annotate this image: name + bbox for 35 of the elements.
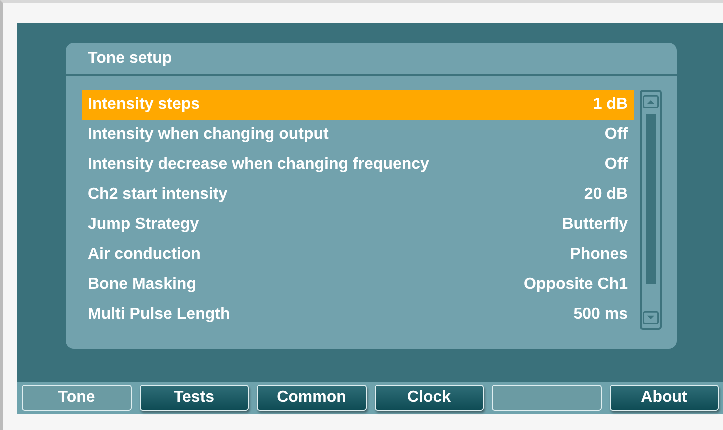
- setting-value: Opposite Ch1: [524, 276, 628, 294]
- setting-label: Multi Pulse Length: [88, 306, 230, 324]
- setting-value: Off: [604, 126, 628, 144]
- setting-value: 1 dB: [593, 96, 628, 114]
- panel-title: Tone setup: [66, 43, 677, 76]
- setting-label: Intensity decrease when changing frequency: [88, 156, 430, 174]
- setting-value: 500 ms: [574, 306, 628, 324]
- settings-row[interactable]: Ch2 start intensity 20 dB: [82, 180, 634, 210]
- settings-row[interactable]: Intensity decrease when changing frequency Off: [82, 150, 634, 180]
- setting-label: Jump Strategy: [88, 216, 200, 234]
- settings-row[interactable]: Bone Masking Opposite Ch1: [82, 270, 634, 300]
- scroll-thumb[interactable]: [646, 114, 656, 284]
- tab-button[interactable]: Common: [257, 385, 366, 411]
- tab-button[interactable]: Clock: [374, 385, 484, 411]
- setting-label: Intensity steps: [88, 96, 200, 114]
- scrollbar[interactable]: [640, 90, 662, 330]
- tab-button[interactable]: About: [610, 385, 719, 411]
- scroll-up-icon[interactable]: [643, 93, 659, 111]
- setting-label: Air conduction: [88, 246, 201, 264]
- scroll-down-icon[interactable]: [643, 309, 659, 327]
- tab-button[interactable]: Tests: [140, 385, 249, 411]
- setting-value: Off: [604, 156, 628, 174]
- setting-label: Bone Masking: [88, 276, 196, 294]
- setting-value: 20 dB: [584, 186, 628, 204]
- setting-value: Butterfly: [562, 216, 628, 234]
- settings-row[interactable]: Jump Strategy Butterfly: [82, 210, 634, 240]
- settings-row[interactable]: Intensity when changing output Off: [82, 120, 634, 150]
- setting-label: Intensity when changing output: [88, 126, 329, 144]
- settings-row[interactable]: Multi Pulse Length 500 ms: [82, 300, 634, 330]
- settings-row[interactable]: Intensity steps 1 dB: [82, 90, 634, 120]
- setting-value: Phones: [570, 246, 628, 264]
- tab-button[interactable]: Tone: [22, 385, 132, 411]
- setting-label: Ch2 start intensity: [88, 186, 228, 204]
- blank-button[interactable]: [492, 385, 602, 411]
- settings-row[interactable]: Air conduction Phones: [82, 240, 634, 270]
